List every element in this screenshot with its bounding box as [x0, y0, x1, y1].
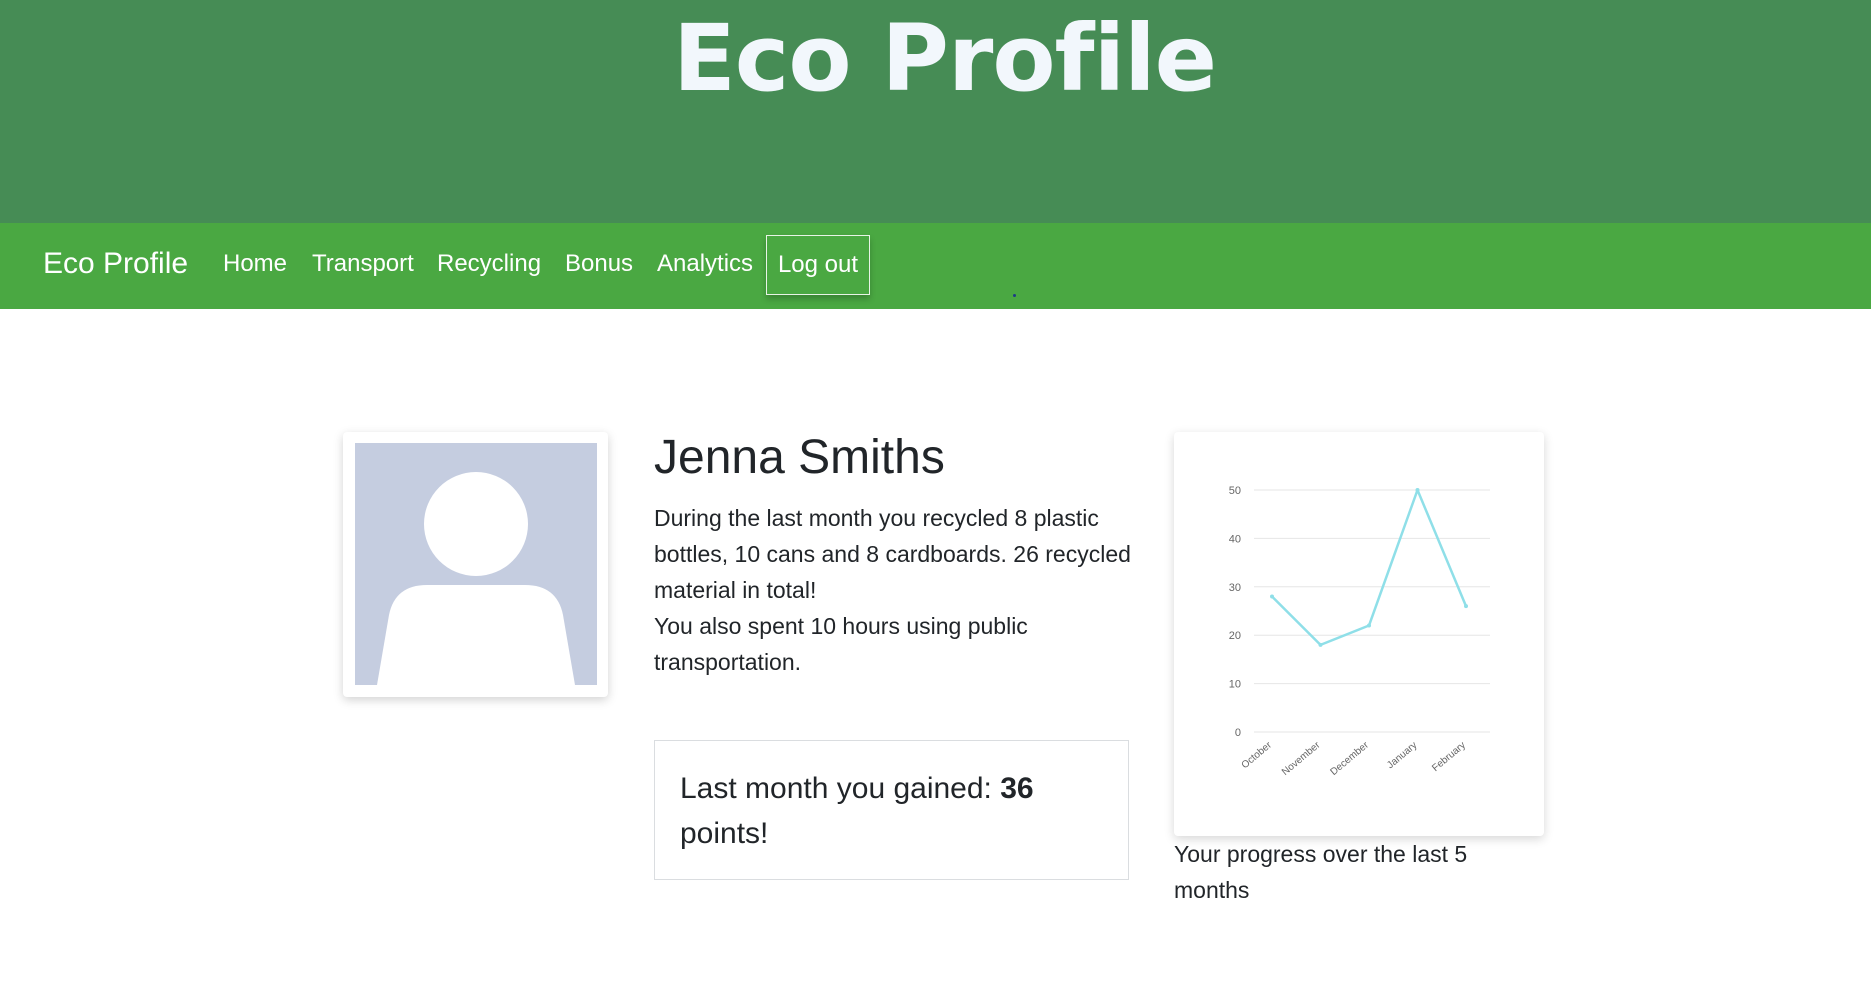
y-tick-label: 50 [1229, 485, 1241, 497]
avatar-placeholder-icon [355, 443, 597, 685]
decorative-dot [1013, 294, 1016, 297]
x-tick-label: October [1240, 739, 1275, 771]
points-value: 36 [1000, 772, 1034, 805]
navbar-brand[interactable]: Eco Profile [43, 247, 188, 281]
data-point [1464, 604, 1468, 609]
x-tick-label: February [1430, 740, 1468, 774]
navbar: Eco Profile Home Transport Recycling Bon… [0, 223, 1871, 309]
series-line [1271, 488, 1468, 647]
avatar-card [343, 432, 608, 697]
y-tick-label: 20 [1229, 630, 1241, 642]
data-point [1270, 594, 1274, 599]
points-prefix: Last month you gained: [680, 772, 1001, 805]
x-tick-label: December [1329, 739, 1372, 778]
nav-recycling[interactable]: Recycling [437, 250, 541, 278]
y-tick-label: 0 [1235, 727, 1241, 739]
chart-caption: Your progress over the last 5 months [1174, 841, 1468, 903]
x-tick-label: November [1280, 739, 1323, 778]
nav-home[interactable]: Home [223, 250, 287, 278]
data-point [1415, 488, 1420, 492]
data-point [1318, 642, 1323, 647]
logout-button[interactable]: Log out [766, 235, 870, 295]
progress-chart-card: 0 10 20 30 40 50 October November December Januar… [1174, 432, 1544, 836]
user-name: Jenna Smiths [654, 431, 945, 484]
nav-bonus[interactable]: Bonus [565, 250, 633, 278]
nav-transport[interactable]: Transport [312, 250, 414, 278]
page-title: Eco Profile [672, 5, 1217, 112]
nav-analytics[interactable]: Analytics [657, 250, 753, 278]
recycling-summary: During the last month you recycled 8 pla… [654, 505, 1131, 603]
points-text: Last month you gained: 36 points! [680, 766, 1110, 856]
data-point [1367, 623, 1371, 628]
transport-summary: You also spent 10 hours using public tra… [654, 613, 1028, 675]
points-suffix: points! [680, 817, 769, 850]
y-tick-label: 30 [1229, 582, 1241, 594]
header-banner: Eco Profile [0, 0, 1871, 223]
activity-summary: During the last month you recycled 8 pla… [654, 500, 1134, 680]
points-card: Last month you gained: 36 points! [654, 740, 1129, 880]
y-tick-label: 10 [1229, 679, 1241, 691]
y-tick-label: 40 [1229, 533, 1241, 545]
x-tick-label: January [1385, 740, 1419, 771]
progress-chart: 0 10 20 30 40 50 October November December Januar… [1229, 485, 1490, 778]
